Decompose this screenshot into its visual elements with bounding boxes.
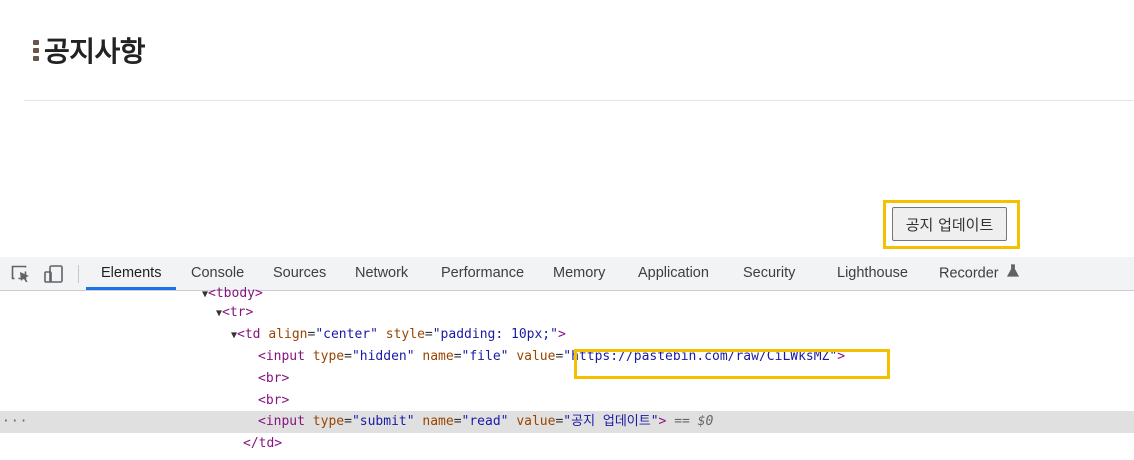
dom-tree: ▼<tbody> ▼<tr> ▼<td align="center" style…	[0, 286, 1134, 460]
tag-input: <input	[258, 349, 305, 364]
dom-line-input-submit[interactable]: ··· <input type="submit" name="read" valu…	[0, 411, 1134, 433]
dom-line-input-hidden[interactable]: <input type="hidden" name="file" value="…	[0, 346, 1134, 368]
tag-close: >	[658, 414, 667, 429]
dom-line-br[interactable]: <br>	[0, 368, 1134, 390]
attr-name: type	[312, 349, 345, 364]
tag-br: <br>	[258, 393, 290, 408]
web-page: 공지사항 공지 업데이트	[0, 0, 1134, 257]
page-title: 공지사항	[44, 35, 146, 68]
attr-value: "center"	[315, 327, 378, 342]
attr-value: "submit"	[351, 414, 415, 429]
selected-node-marker: == $0	[674, 414, 714, 429]
attr-value: "hidden"	[351, 349, 415, 364]
attr-name: value	[516, 414, 556, 429]
collapse-triangle-icon[interactable]: ▼	[0, 330, 237, 341]
tag-td: <td	[237, 327, 261, 342]
attr-name: name	[422, 414, 454, 429]
attr-name: value	[516, 349, 556, 364]
collapse-triangle-icon[interactable]: ▼	[0, 308, 222, 319]
more-options-icon[interactable]: ···	[2, 411, 28, 433]
attr-name: name	[422, 349, 454, 364]
tag-br: <br>	[258, 371, 290, 386]
attr-value: "padding: 10px;"	[432, 327, 558, 342]
dom-line-td-close[interactable]: </td>	[0, 433, 1134, 455]
dom-line-br[interactable]: <br>	[0, 390, 1134, 412]
attr-name: type	[312, 414, 345, 429]
toolbar-separator	[78, 265, 79, 283]
device-toolbar-icon[interactable]	[44, 265, 64, 283]
attr-name: style	[385, 327, 425, 342]
highlight-box-url	[574, 349, 890, 379]
tag-close: >	[557, 327, 566, 342]
inspect-element-icon[interactable]	[11, 265, 31, 283]
attr-name: align	[268, 327, 308, 342]
collapse-triangle-icon[interactable]: ▼	[0, 289, 208, 300]
tag-tbody: <tbody>	[208, 286, 263, 301]
dom-line-td[interactable]: ▼<td align="center" style="padding: 10px…	[0, 324, 1134, 346]
tag-td-close: </td>	[243, 436, 283, 451]
dom-line-tr[interactable]: ▼<tr>	[0, 302, 1134, 324]
divider	[24, 100, 1134, 101]
update-notice-button[interactable]: 공지 업데이트	[892, 207, 1007, 241]
attr-value: "read"	[461, 414, 509, 429]
attr-value: "공지 업데이트"	[563, 414, 659, 429]
heading-marker-icon	[33, 39, 39, 61]
attr-value: "file"	[461, 349, 509, 364]
page-heading: 공지사항	[33, 30, 146, 70]
tab-recorder-label: Recorder	[939, 265, 999, 282]
tag-tr: <tr>	[222, 305, 254, 320]
tag-input: <input	[258, 414, 305, 429]
